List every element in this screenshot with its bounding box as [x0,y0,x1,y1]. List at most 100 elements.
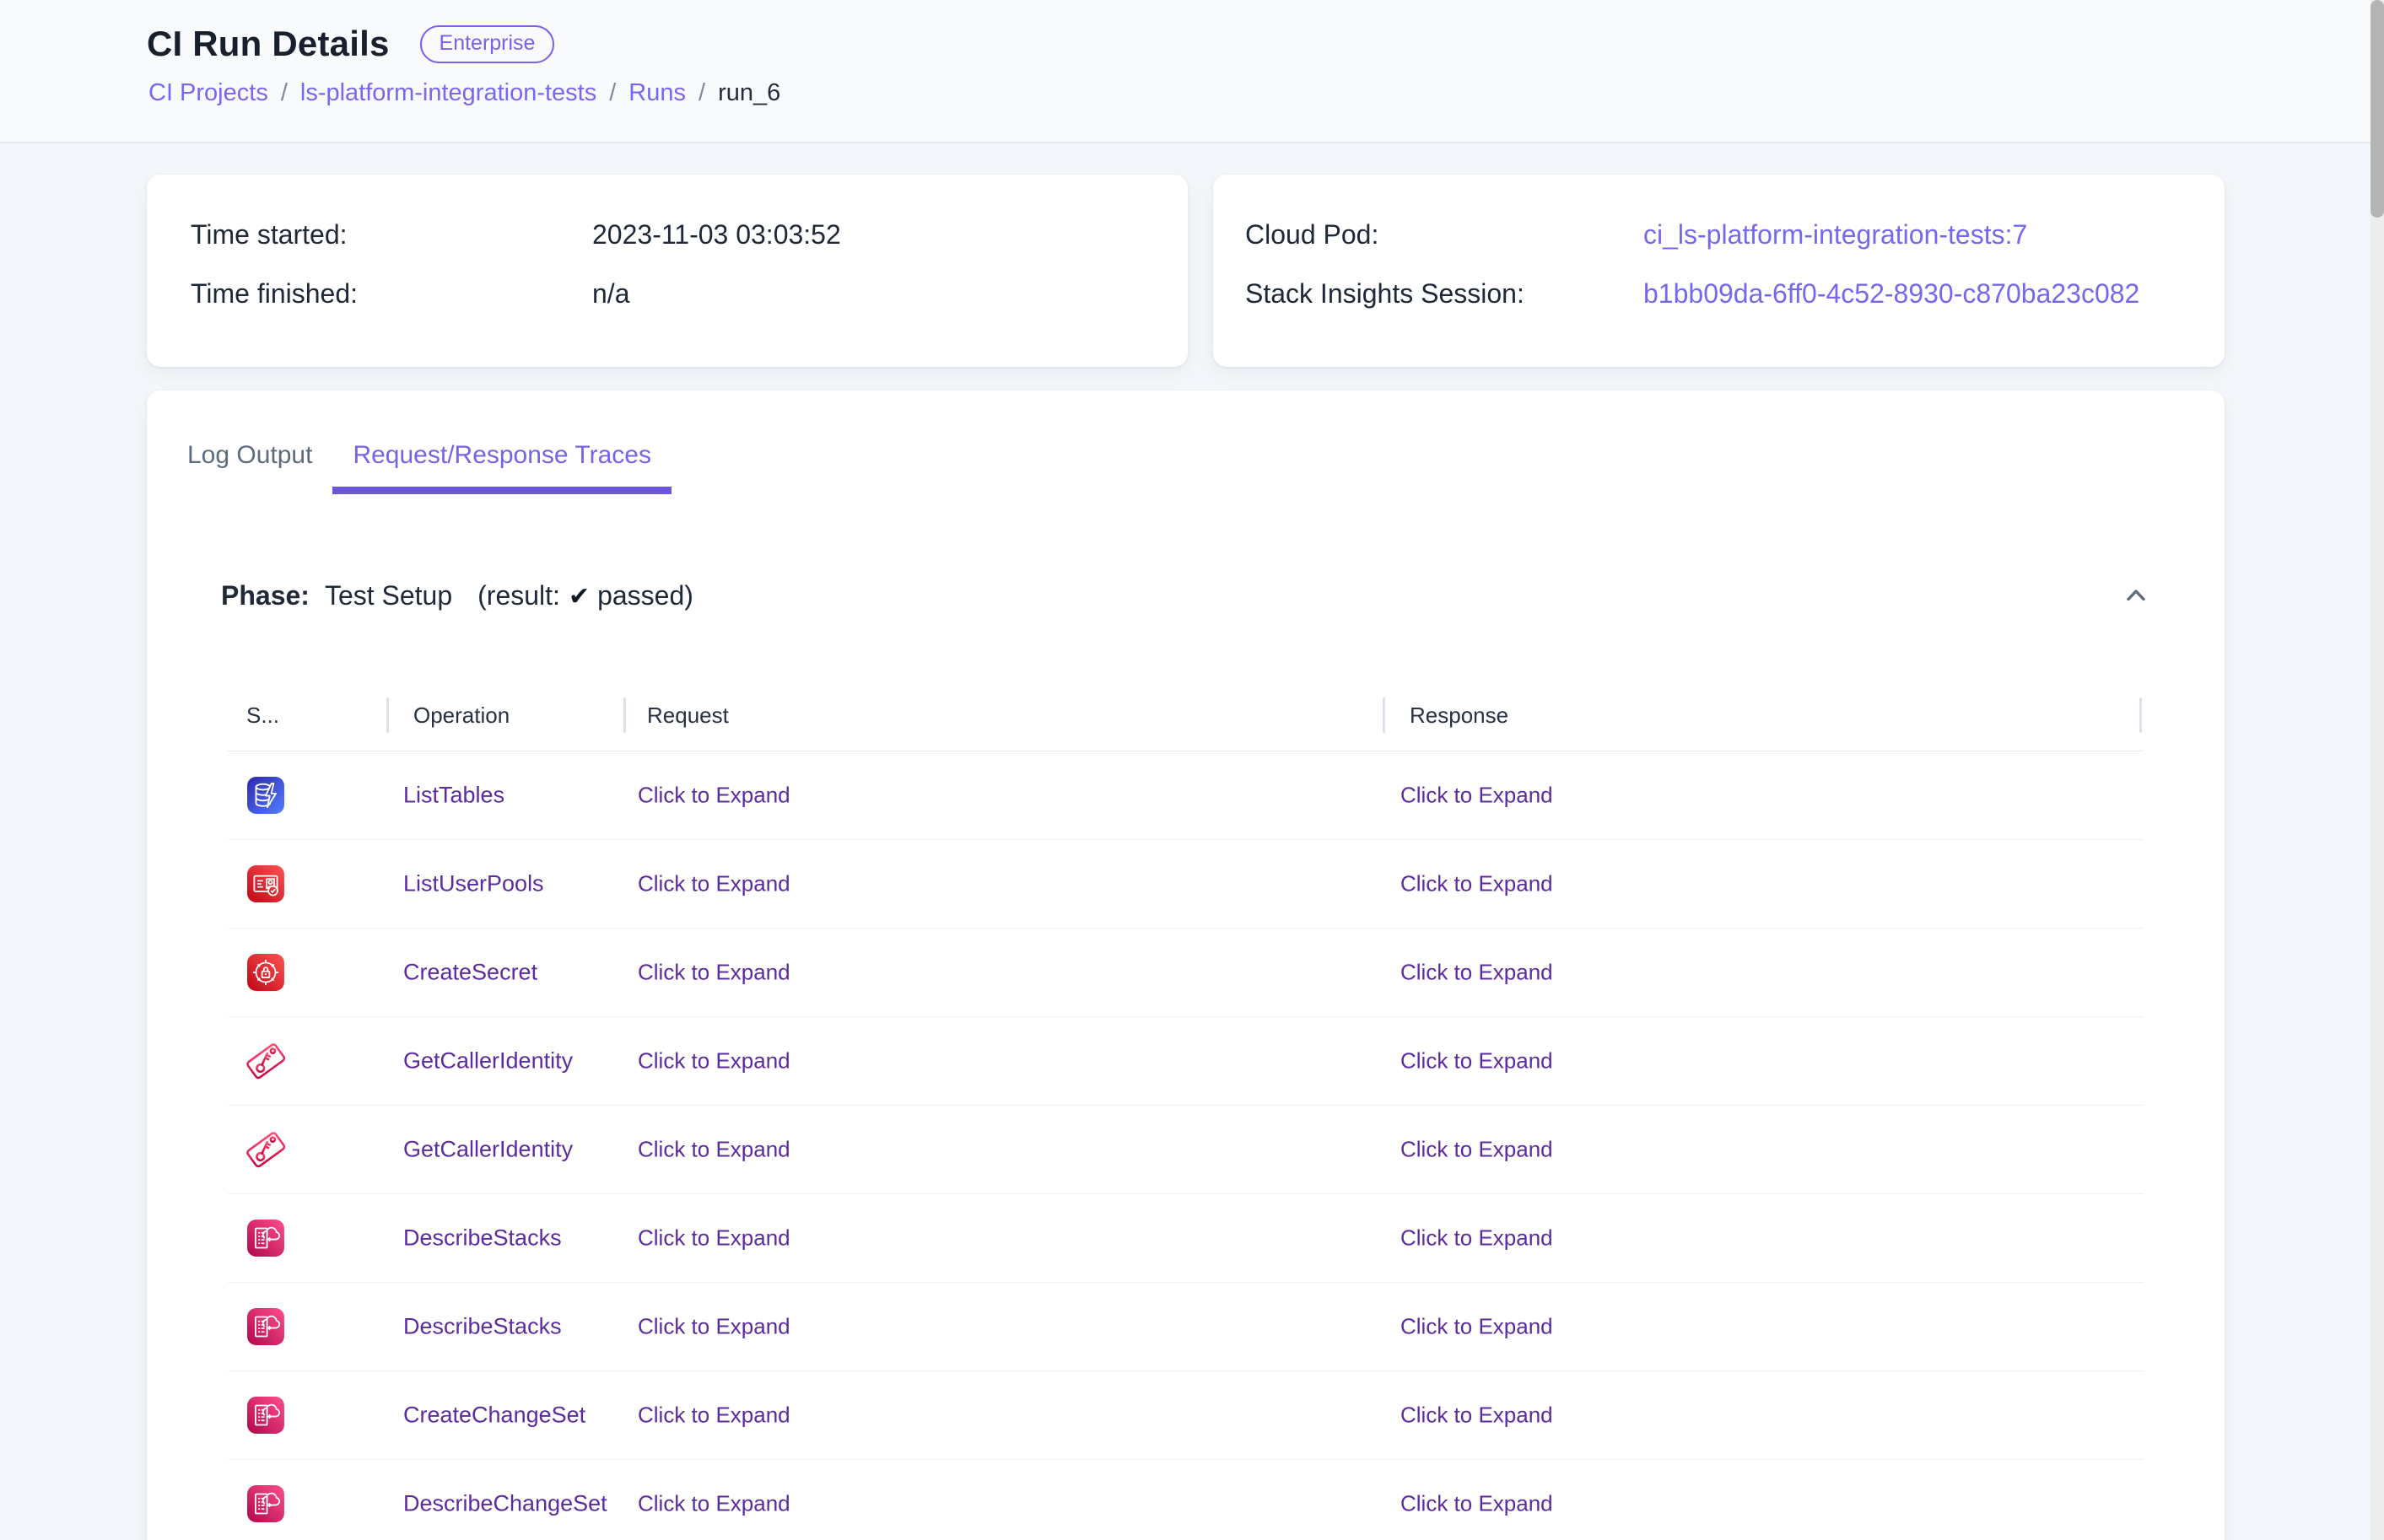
request-cell: Click to Expand [638,1314,790,1340]
operation-label: ListTables [403,783,504,809]
cloudformation-icon [246,1396,285,1435]
response-expand-link[interactable]: Click to Expand [1400,1403,1553,1428]
request-expand-link[interactable]: Click to Expand [638,1491,790,1516]
column-header-s: S... [246,680,279,751]
summary-value: n/a [592,278,629,310]
scrollbar-track[interactable] [2371,0,2384,1540]
title-row: CI Run Details Enterprise [147,24,554,64]
run-links-card: Cloud Pod:ci_ls-platform-integration-tes… [1213,175,2225,367]
check-icon: ✔ [569,582,590,611]
column-header-request: Request [647,680,729,751]
summary-row: Stack Insights Session:b1bb09da-6ff0-4c5… [1213,264,2225,323]
phase-result-prefix: (result: [477,580,560,611]
tab-bar: Log OutputRequest/Response Traces [167,424,672,494]
summary-label: Time finished: [191,278,592,310]
dynamodb-icon [246,776,285,815]
breadcrumb-item-ls-platform-integration-tests[interactable]: ls-platform-integration-tests [300,79,596,107]
response-cell: Click to Expand [1400,1491,1553,1517]
column-header-operation: Operation [413,680,510,751]
operation-label: CreateChangeSet [403,1403,585,1429]
request-expand-link[interactable]: Click to Expand [638,783,790,808]
request-expand-link[interactable]: Click to Expand [638,1403,790,1428]
table-row: DescribeStacks Click to Expand Click to Ex… [228,1283,2144,1371]
traces-card: Log OutputRequest/Response Traces Phase:… [147,390,2225,1540]
scrollbar-thumb[interactable] [2371,0,2384,218]
breadcrumb-item-run-6: run_6 [718,79,780,107]
table-row: ListTables Click to Expand Click to Expand [228,751,2144,840]
cognito-icon [246,864,285,903]
breadcrumb-separator: / [609,79,616,107]
request-cell: Click to Expand [638,1491,790,1517]
request-cell: Click to Expand [638,1225,790,1252]
enterprise-badge: Enterprise [420,25,555,63]
cloudformation-icon [246,1219,285,1257]
response-cell: Click to Expand [1400,783,1553,809]
request-expand-link[interactable]: Click to Expand [638,1225,790,1251]
response-expand-link[interactable]: Click to Expand [1400,871,1553,897]
response-expand-link[interactable]: Click to Expand [1400,1491,1553,1516]
request-expand-link[interactable]: Click to Expand [638,871,790,897]
trace-table-body: ListTables Click to Expand Click to Expand… [228,751,2144,1540]
cloudformation-icon [246,1307,285,1346]
sts-icon [243,1038,289,1084]
table-row: DescribeChangeSet Click to Expand Click to… [228,1460,2144,1540]
table-row: CreateChangeSet Click to Expand Click to E… [228,1371,2144,1460]
response-expand-link[interactable]: Click to Expand [1400,1137,1553,1162]
breadcrumb-item-ci-projects[interactable]: CI Projects [148,79,268,107]
summary-value-link[interactable]: b1bb09da-6ff0-4c52-8930-c870ba23c082 [1643,278,2139,310]
breadcrumb-item-runs[interactable]: Runs [628,79,686,107]
summary-label: Time started: [191,219,592,250]
request-cell: Click to Expand [638,1403,790,1429]
column-separator [623,697,626,733]
chevron-up-icon[interactable] [2120,579,2152,611]
operation-label: ListUserPools [403,871,544,897]
run-times-card: Time started:2023-11-03 03:03:52Time fin… [147,175,1188,367]
secretsmanager-icon [246,953,285,992]
page-title: CI Run Details [147,24,390,64]
column-separator [1383,697,1385,733]
request-cell: Click to Expand [638,960,790,986]
summary-value-link[interactable]: ci_ls-platform-integration-tests:7 [1643,219,2027,250]
request-cell: Click to Expand [638,783,790,809]
ci-run-details-page: CI Run Details Enterprise CI Projects / ls… [0,0,2384,1540]
response-expand-link[interactable]: Click to Expand [1400,1314,1553,1339]
operation-label: DescribeStacks [403,1314,562,1340]
phase-name: Test Setup [325,580,452,611]
request-cell: Click to Expand [638,1048,790,1074]
phase-result: (result: ✔passed) [477,580,693,611]
response-cell: Click to Expand [1400,960,1553,986]
request-expand-link[interactable]: Click to Expand [638,1137,790,1162]
response-expand-link[interactable]: Click to Expand [1400,783,1553,808]
cloudformation-icon [246,1484,285,1523]
operation-label: GetCallerIdentity [403,1137,573,1163]
table-row: CreateSecret Click to Expand Click to Expa… [228,929,2144,1017]
operation-label: DescribeChangeSet [403,1491,607,1517]
sts-icon [243,1127,289,1172]
breadcrumb-separator: / [698,79,705,107]
phase-result-text: passed) [597,580,693,611]
column-separator [2139,697,2142,733]
column-separator [386,697,389,733]
phase-label: Phase: [221,580,310,611]
table-row: ListUserPools Click to Expand Click to Exp… [228,840,2144,929]
operation-label: DescribeStacks [403,1225,562,1252]
tab-log-output[interactable]: Log Output [167,424,332,494]
request-expand-link[interactable]: Click to Expand [638,960,790,985]
table-row: GetCallerIdentity Click to Expand Click to… [228,1106,2144,1194]
response-expand-link[interactable]: Click to Expand [1400,1225,1553,1251]
response-expand-link[interactable]: Click to Expand [1400,960,1553,985]
summary-value: 2023-11-03 03:03:52 [592,219,841,250]
tab-request-response-traces[interactable]: Request/Response Traces [332,424,672,494]
response-cell: Click to Expand [1400,1314,1553,1340]
summary-row: Time finished:n/a [147,264,1188,323]
breadcrumb: CI Projects / ls-platform-integration-test… [148,79,780,107]
phase-header-test-setup[interactable]: Phase: Test Setup (result: ✔passed) [221,571,2152,620]
response-expand-link[interactable]: Click to Expand [1400,1048,1553,1074]
summary-row: Time started:2023-11-03 03:03:52 [147,205,1188,264]
operation-label: CreateSecret [403,960,537,986]
trace-table: S...OperationRequestResponse ListTablesC… [228,680,2144,1540]
request-expand-link[interactable]: Click to Expand [638,1314,790,1339]
response-cell: Click to Expand [1400,1403,1553,1429]
request-expand-link[interactable]: Click to Expand [638,1048,790,1074]
response-cell: Click to Expand [1400,871,1553,897]
